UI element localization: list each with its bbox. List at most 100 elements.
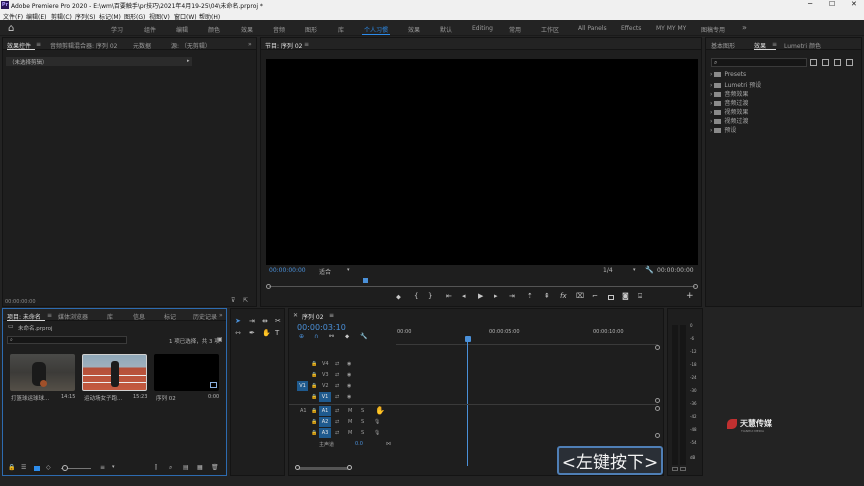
accelerated-effects-icon[interactable]: [810, 59, 817, 66]
new-bin-icon[interactable]: ▤: [183, 464, 189, 471]
solo-right-button[interactable]: [680, 467, 686, 471]
program-timecode-current[interactable]: 00:00:00:00: [269, 267, 306, 274]
more-workspaces-icon[interactable]: »: [742, 23, 747, 32]
sync-lock-icon[interactable]: ⇄: [335, 383, 339, 389]
extract-icon[interactable]: ⇞: [544, 292, 550, 300]
ws-effects-en[interactable]: Effects: [621, 25, 641, 32]
lock-icon[interactable]: 🔒: [311, 394, 317, 400]
export-frame-icon[interactable]: ◙: [622, 292, 629, 300]
add-button-icon[interactable]: +: [686, 291, 694, 301]
tab-markers[interactable]: 标记: [164, 312, 176, 321]
clip-thumbnail-running[interactable]: [82, 354, 147, 391]
sequence-menu-icon[interactable]: ≡: [329, 312, 334, 319]
tab-metadata[interactable]: 元数据: [133, 41, 151, 50]
safe-margins-icon[interactable]: [608, 295, 614, 300]
ripple-edit-tool-icon[interactable]: ⇹: [262, 317, 268, 325]
pen-tool-icon[interactable]: ✒: [249, 329, 255, 337]
automate-to-sequence-icon[interactable]: ⫿: [155, 464, 157, 472]
solo-button[interactable]: S: [361, 419, 364, 425]
track-v2[interactable]: V1 🔒 V2 ⇄ ◉: [289, 381, 393, 391]
track-a3[interactable]: 🔒 A3 ⇄ M S 🎙: [289, 428, 393, 438]
close-button[interactable]: ✕: [851, 0, 857, 8]
effects-folder-video-transitions[interactable]: › 视频过渡: [710, 116, 748, 125]
vertical-scroll-handle-top[interactable]: [655, 345, 660, 350]
ws-learn[interactable]: 学习: [111, 25, 123, 34]
hand-tool-icon[interactable]: ✋: [262, 329, 271, 337]
lock-icon[interactable]: 🔒: [311, 383, 317, 389]
ws-editing[interactable]: 编辑: [176, 25, 188, 34]
expand-arrow-icon[interactable]: ▸: [187, 58, 190, 64]
mini-timeline-start-dot[interactable]: [266, 284, 271, 289]
tab-history[interactable]: 历史记录: [193, 312, 217, 321]
ws-editing-en[interactable]: Editing: [472, 25, 493, 32]
filter-icon[interactable]: ⊽: [231, 297, 235, 304]
tab-media-browser[interactable]: 媒体浏览器: [58, 312, 88, 321]
vertical-scroll-handle-bottom[interactable]: [655, 398, 660, 403]
sync-lock-icon[interactable]: ⇄: [335, 361, 339, 367]
vertical-scroll-handle-audio[interactable]: [655, 406, 660, 411]
timeline-ruler[interactable]: 00:00 00:00:05:00 00:00:10:00: [396, 323, 658, 345]
sort-icon[interactable]: ≡: [100, 464, 105, 471]
horizontal-scroll-handle-left[interactable]: [295, 465, 300, 470]
tab-info[interactable]: 信息: [133, 312, 145, 321]
ws-color[interactable]: 颜色: [208, 25, 220, 34]
effects-folder-presets-cn[interactable]: › 预设: [710, 125, 736, 134]
effects-menu-icon[interactable]: ≡: [772, 41, 777, 48]
nest-icon[interactable]: ⊕: [299, 333, 304, 340]
ws-effects-2[interactable]: 效果: [408, 25, 420, 34]
tab-essential-graphics[interactable]: 基本图形: [711, 41, 735, 50]
ws-assembly[interactable]: 组件: [144, 25, 156, 34]
go-to-in-icon[interactable]: ⇤: [446, 292, 452, 300]
slip-tool-icon[interactable]: ⇿: [235, 329, 241, 337]
more-project-tabs-icon[interactable]: »: [219, 312, 223, 319]
effects-folder-audio-transitions[interactable]: › 音频过渡: [710, 98, 748, 107]
sync-lock-icon[interactable]: ⇄: [335, 419, 339, 425]
new-item-icon[interactable]: ▦: [197, 464, 203, 471]
freeform-view-icon[interactable]: ◇: [46, 464, 51, 471]
ws-library[interactable]: 库: [338, 25, 344, 34]
playhead-handle[interactable]: [465, 336, 471, 342]
effects-folder-video-effects[interactable]: › 视频效果: [710, 107, 748, 116]
fit-dropdown-arrow-icon[interactable]: ▾: [347, 267, 350, 273]
eye-icon[interactable]: ◉: [347, 394, 351, 400]
effects-toggle-icon[interactable]: fx: [560, 292, 567, 300]
effects-folder-lumetri-presets[interactable]: › Lumetri 预设: [710, 80, 761, 89]
mute-button[interactable]: M: [348, 408, 352, 414]
add-marker-icon[interactable]: ⬥: [345, 333, 349, 341]
tab-audio-clip-mixer[interactable]: 音频剪辑混合器: 序列 02: [50, 41, 117, 50]
ws-my[interactable]: MY MY MY: [656, 25, 686, 32]
minimize-button[interactable]: ─: [808, 0, 812, 8]
lock-icon[interactable]: 🔒: [311, 372, 317, 378]
tab-lumetri-color[interactable]: Lumetri 颜色: [784, 41, 821, 50]
mini-playhead[interactable]: [363, 278, 368, 283]
project-search-input[interactable]: ⌕: [7, 336, 127, 344]
track-v4[interactable]: 🔒 V4 ⇄ ◉: [289, 359, 393, 369]
master-volume[interactable]: 0.0: [355, 441, 363, 447]
ws-effects[interactable]: 效果: [241, 25, 253, 34]
lock-icon[interactable]: 🔒: [8, 464, 15, 471]
mini-timeline[interactable]: [269, 286, 695, 287]
mini-timeline-end-dot[interactable]: [693, 284, 698, 289]
linked-selection-icon[interactable]: ⚯: [329, 333, 334, 340]
mute-button[interactable]: M: [348, 419, 352, 425]
add-marker-icon[interactable]: ⬥: [396, 293, 401, 302]
track-a1[interactable]: A1 🔒 A1 ⇄ M S ✋: [289, 406, 393, 416]
lock-icon[interactable]: 🔒: [311, 419, 317, 425]
resolution-dropdown-arrow-icon[interactable]: ▾: [633, 267, 636, 273]
icon-view-icon[interactable]: [34, 466, 40, 471]
new-search-bin-icon[interactable]: ▣: [217, 336, 223, 343]
sequence-timecode[interactable]: 00:00:03:10: [297, 323, 346, 332]
effects-folder-presets[interactable]: › Presets: [710, 71, 746, 78]
close-sequence-icon[interactable]: ✕: [293, 312, 298, 319]
project-menu-icon[interactable]: ≡: [47, 312, 52, 319]
program-menu-icon[interactable]: ≡: [304, 41, 309, 48]
panel-menu-icon[interactable]: ≡: [36, 41, 41, 48]
clear-icon[interactable]: 🗑: [211, 464, 219, 471]
ws-all-panels[interactable]: All Panels: [578, 25, 607, 32]
horizontal-scroll-handle-right[interactable]: [347, 465, 352, 470]
effects-folder-audio-effects[interactable]: › 音频效果: [710, 89, 748, 98]
track-select-tool-icon[interactable]: ⇥: [249, 317, 255, 325]
32-bit-effects-icon[interactable]: [822, 59, 829, 66]
wrench-icon[interactable]: 🔧: [645, 266, 654, 274]
sync-lock-icon[interactable]: ⇄: [335, 394, 339, 400]
